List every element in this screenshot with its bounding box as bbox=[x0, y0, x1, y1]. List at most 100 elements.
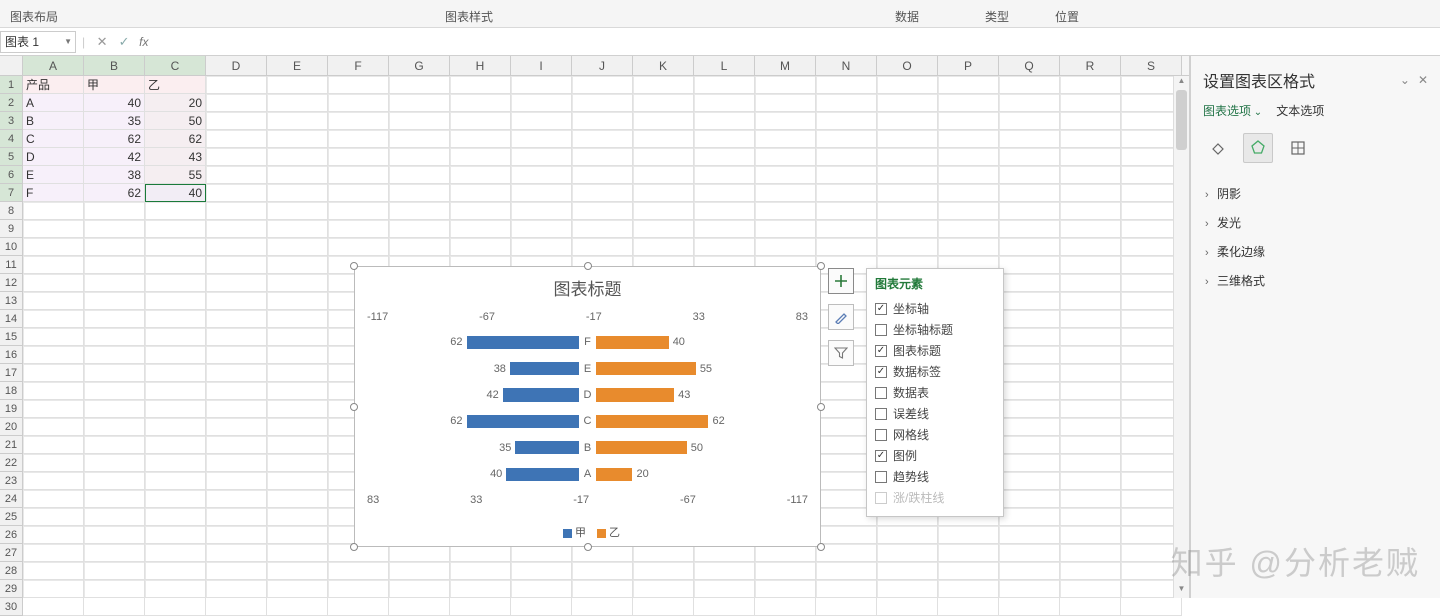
cell[interactable] bbox=[267, 382, 328, 400]
cell[interactable] bbox=[999, 166, 1060, 184]
cell[interactable] bbox=[572, 76, 633, 94]
cell[interactable] bbox=[23, 418, 84, 436]
cell[interactable] bbox=[84, 454, 145, 472]
cell[interactable] bbox=[1060, 112, 1121, 130]
chart-element-option[interactable]: 趋势线 bbox=[875, 466, 995, 487]
format-section[interactable]: 发光 bbox=[1203, 208, 1428, 237]
cell[interactable] bbox=[450, 148, 511, 166]
cell[interactable] bbox=[1060, 400, 1121, 418]
chart-element-option[interactable]: 误差线 bbox=[875, 403, 995, 424]
cell[interactable] bbox=[267, 202, 328, 220]
cell[interactable]: D bbox=[23, 148, 84, 166]
cell[interactable] bbox=[267, 346, 328, 364]
cell[interactable] bbox=[84, 364, 145, 382]
cell[interactable] bbox=[84, 544, 145, 562]
cell[interactable] bbox=[999, 580, 1060, 598]
cell[interactable] bbox=[694, 580, 755, 598]
cell[interactable] bbox=[145, 274, 206, 292]
cell[interactable] bbox=[633, 166, 694, 184]
cell[interactable] bbox=[23, 598, 84, 616]
cell[interactable] bbox=[511, 130, 572, 148]
cell[interactable]: 50 bbox=[145, 112, 206, 130]
cell[interactable] bbox=[450, 598, 511, 616]
cell[interactable] bbox=[1060, 580, 1121, 598]
bar-jia[interactable] bbox=[467, 415, 579, 428]
cell[interactable] bbox=[145, 400, 206, 418]
size-properties-icon[interactable] bbox=[1283, 133, 1313, 163]
cell[interactable] bbox=[206, 490, 267, 508]
row-header[interactable]: 25 bbox=[0, 508, 23, 526]
cell[interactable] bbox=[816, 238, 877, 256]
column-header[interactable]: D bbox=[206, 56, 267, 75]
cell[interactable] bbox=[755, 94, 816, 112]
cell[interactable] bbox=[1060, 454, 1121, 472]
cell[interactable] bbox=[938, 148, 999, 166]
scroll-down-icon[interactable]: ▼ bbox=[1174, 584, 1189, 598]
cell[interactable] bbox=[267, 238, 328, 256]
cell[interactable] bbox=[267, 526, 328, 544]
cell[interactable] bbox=[389, 580, 450, 598]
cell[interactable] bbox=[755, 148, 816, 166]
column-header[interactable]: O bbox=[877, 56, 938, 75]
cell[interactable] bbox=[267, 184, 328, 202]
cell[interactable] bbox=[877, 184, 938, 202]
cell[interactable] bbox=[389, 76, 450, 94]
cell[interactable] bbox=[450, 166, 511, 184]
cell[interactable] bbox=[267, 112, 328, 130]
cell[interactable] bbox=[84, 238, 145, 256]
row-header[interactable]: 1 bbox=[0, 76, 23, 94]
cell[interactable] bbox=[816, 562, 877, 580]
cell[interactable] bbox=[328, 112, 389, 130]
cell[interactable] bbox=[328, 220, 389, 238]
cell[interactable] bbox=[267, 490, 328, 508]
chart-elements-button[interactable] bbox=[828, 268, 854, 294]
effects-icon[interactable] bbox=[1243, 133, 1273, 163]
ribbon-group-data[interactable]: 数据 bbox=[895, 8, 919, 25]
cell[interactable] bbox=[877, 112, 938, 130]
cell[interactable] bbox=[267, 148, 328, 166]
cell[interactable] bbox=[23, 454, 84, 472]
cell[interactable] bbox=[511, 76, 572, 94]
cell[interactable] bbox=[23, 328, 84, 346]
cell[interactable] bbox=[1060, 346, 1121, 364]
row-header[interactable]: 24 bbox=[0, 490, 23, 508]
row-header[interactable]: 15 bbox=[0, 328, 23, 346]
cell[interactable] bbox=[633, 202, 694, 220]
cell[interactable] bbox=[1060, 274, 1121, 292]
cell[interactable] bbox=[23, 310, 84, 328]
cell[interactable] bbox=[145, 472, 206, 490]
cell[interactable] bbox=[755, 166, 816, 184]
cell[interactable] bbox=[816, 220, 877, 238]
cell[interactable] bbox=[267, 256, 328, 274]
cell[interactable] bbox=[328, 562, 389, 580]
cell[interactable] bbox=[694, 148, 755, 166]
cell[interactable] bbox=[267, 292, 328, 310]
cell[interactable] bbox=[938, 526, 999, 544]
row-header[interactable]: 29 bbox=[0, 580, 23, 598]
cell[interactable] bbox=[816, 202, 877, 220]
cell[interactable] bbox=[450, 112, 511, 130]
cell[interactable] bbox=[267, 94, 328, 112]
ribbon-group-type[interactable]: 类型 bbox=[985, 8, 1009, 25]
cell[interactable] bbox=[572, 184, 633, 202]
resize-handle[interactable] bbox=[584, 262, 592, 270]
cell[interactable] bbox=[23, 562, 84, 580]
cell[interactable] bbox=[999, 274, 1060, 292]
row-header[interactable]: 14 bbox=[0, 310, 23, 328]
chart-filter-button[interactable] bbox=[828, 340, 854, 366]
cell[interactable]: B bbox=[23, 112, 84, 130]
cell[interactable] bbox=[267, 220, 328, 238]
row-header[interactable]: 23 bbox=[0, 472, 23, 490]
cell[interactable] bbox=[877, 598, 938, 616]
cell[interactable] bbox=[877, 166, 938, 184]
cell[interactable] bbox=[145, 256, 206, 274]
cell[interactable] bbox=[999, 454, 1060, 472]
cell[interactable] bbox=[999, 562, 1060, 580]
cell[interactable] bbox=[450, 202, 511, 220]
cell[interactable] bbox=[938, 220, 999, 238]
cell[interactable] bbox=[206, 526, 267, 544]
cell[interactable] bbox=[267, 436, 328, 454]
cell[interactable] bbox=[389, 238, 450, 256]
cell[interactable] bbox=[633, 580, 694, 598]
cell[interactable] bbox=[328, 166, 389, 184]
